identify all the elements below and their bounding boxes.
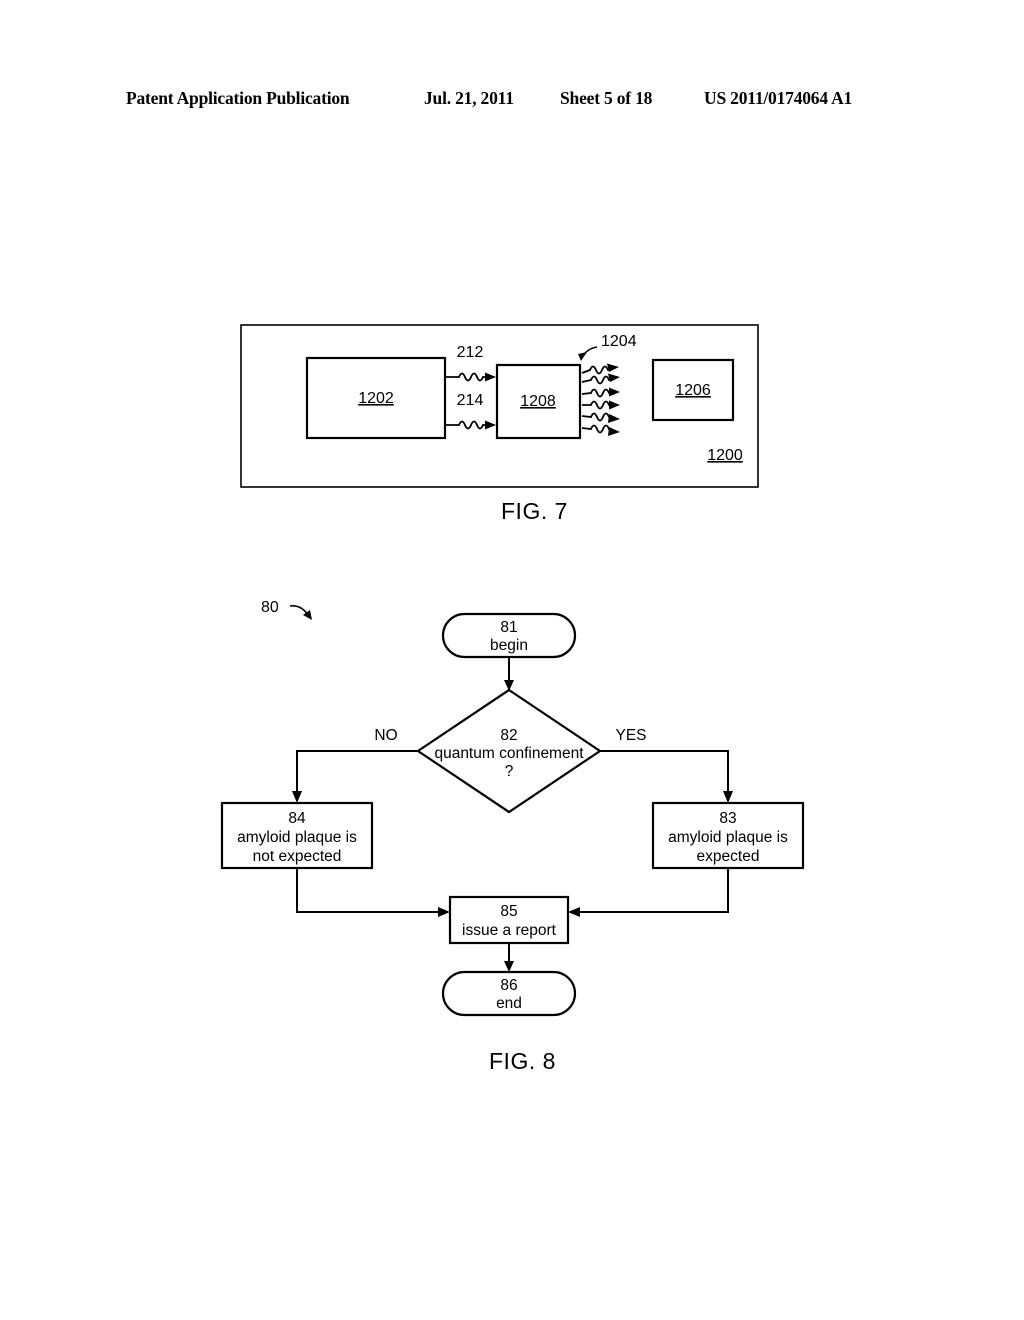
connector-yes-outcome-to-report xyxy=(568,868,729,917)
emission-ray xyxy=(581,424,620,436)
emission-ray xyxy=(581,363,619,375)
figure-7-caption: FIG. 7 xyxy=(501,498,568,524)
header-patent-number: US 2011/0174064 A1 xyxy=(704,88,853,108)
node-end-number: 86 xyxy=(500,977,517,994)
wavy-arrow-212 xyxy=(446,372,496,382)
flow-reference-label-80: 80 xyxy=(261,599,279,616)
block-1208-label: 1208 xyxy=(520,393,556,410)
block-1202-label: 1202 xyxy=(358,390,394,407)
page-header: Patent Application Publication Jul. 21, … xyxy=(0,88,1024,114)
connector-no-outcome-to-report xyxy=(296,868,450,917)
node-yes-outcome-line2: expected xyxy=(697,848,760,865)
figure-8-caption: FIG. 8 xyxy=(489,1048,556,1074)
connector-yes-branch xyxy=(600,750,733,803)
node-decision-line2: ? xyxy=(505,763,514,780)
node-begin-label: begin xyxy=(490,637,528,654)
node-report-label: issue a report xyxy=(462,922,557,939)
emission-ray xyxy=(581,412,620,423)
emission-ray xyxy=(581,373,620,385)
wavy-arrow-214 xyxy=(446,420,496,430)
node-decision-number: 82 xyxy=(500,727,517,744)
connector-no-branch xyxy=(292,750,418,803)
header-publication-title: Patent Application Publication xyxy=(126,88,350,108)
node-decision-line1: quantum confinement xyxy=(434,745,584,762)
connector-report-to-end xyxy=(504,943,514,972)
figure-7-diagram: 1202 1208 1206 1200 212 214 1204 xyxy=(240,324,759,488)
node-report-number: 85 xyxy=(500,903,517,920)
node-yes-outcome-line1: amyloid plaque is xyxy=(668,829,788,846)
header-publication-date: Jul. 21, 2011 xyxy=(424,88,514,108)
branch-label-no: NO xyxy=(374,727,397,744)
node-yes-outcome-number: 83 xyxy=(719,810,736,827)
arrow-212-label: 212 xyxy=(457,344,484,361)
node-no-outcome-number: 84 xyxy=(288,810,306,827)
emission-label-1204: 1204 xyxy=(601,333,637,350)
header-sheet-number: Sheet 5 of 18 xyxy=(560,88,653,108)
figure-8-flowchart: 80 81 begin 82 quantum confinement ? NO … xyxy=(220,599,805,1017)
branch-label-yes: YES xyxy=(615,727,646,744)
emission-ray xyxy=(581,387,620,398)
node-no-outcome-line1: amyloid plaque is xyxy=(237,829,357,846)
flow-reference-leader xyxy=(289,605,312,620)
emission-label-leader xyxy=(578,346,598,361)
node-no-outcome-line2: not expected xyxy=(253,848,342,865)
figure7-outer-label: 1200 xyxy=(707,447,743,464)
block-1206-label: 1206 xyxy=(675,382,711,399)
emission-rays-1204 xyxy=(581,363,620,436)
connector-begin-to-decision xyxy=(504,657,514,691)
emission-ray xyxy=(582,400,620,410)
node-end-label: end xyxy=(496,995,522,1012)
arrow-214-label: 214 xyxy=(457,392,484,409)
node-begin-number: 81 xyxy=(500,619,517,636)
